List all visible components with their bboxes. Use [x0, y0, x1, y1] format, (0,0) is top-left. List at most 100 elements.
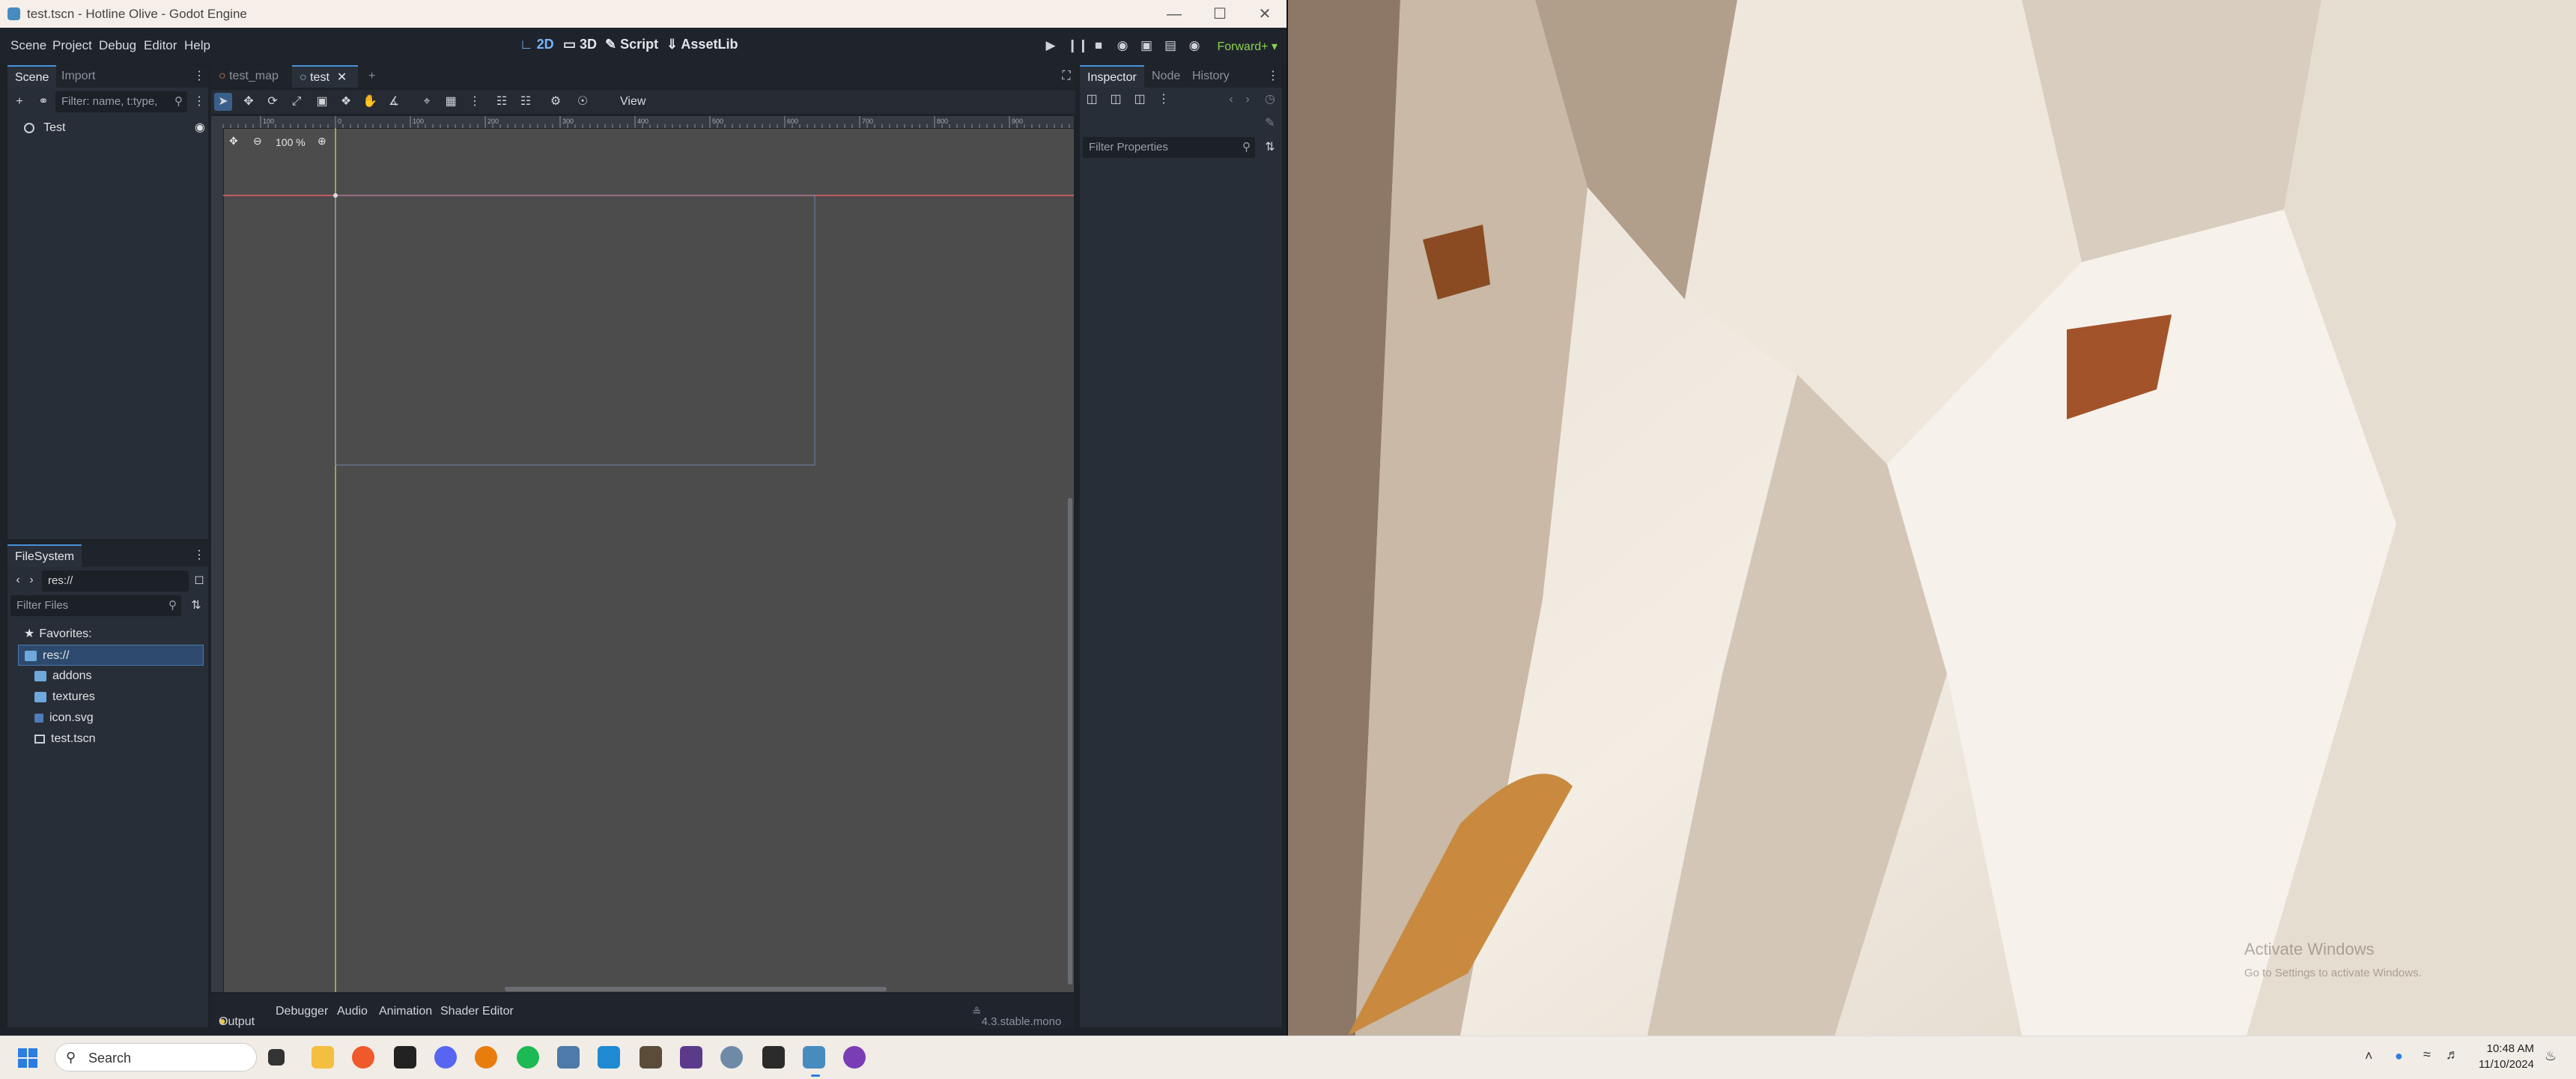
notion-icon[interactable] — [394, 1046, 416, 1069]
skeleton-icon[interactable]: ⚙ — [547, 93, 565, 111]
tab-test-map[interactable]: ○ test_map — [211, 65, 286, 88]
windows-start-icon[interactable] — [18, 1048, 37, 1068]
vertical-scrollbar[interactable] — [1068, 498, 1072, 985]
brave-icon[interactable] — [640, 1046, 662, 1069]
firefox-icon[interactable] — [352, 1046, 374, 1069]
scene-filter-input[interactable]: Filter: name, t:type, ⚲ — [55, 91, 187, 112]
scale-tool-icon[interactable]: ⤢ — [288, 93, 306, 111]
new-resource-icon[interactable]: ◫ — [1083, 91, 1101, 109]
tab-history[interactable]: History — [1185, 65, 1237, 88]
workspace-assetlib[interactable]: ⇓ AssetLib — [666, 37, 738, 52]
tray-chevron-icon[interactable]: ˄ — [2365, 1048, 2373, 1064]
zoom-level[interactable]: 100 % — [276, 136, 306, 148]
vscode-icon[interactable] — [598, 1046, 620, 1069]
lock-icon[interactable]: ☷ — [493, 93, 511, 111]
instance-scene-icon[interactable]: ⚭ — [34, 93, 52, 111]
pause-icon[interactable]: ❙❙ — [1067, 38, 1089, 53]
game-app-icon[interactable] — [680, 1046, 702, 1069]
distraction-free-icon[interactable]: ⛶ — [1057, 67, 1075, 85]
grid-snap-icon[interactable]: ▦ — [442, 93, 460, 111]
move-tool-icon[interactable]: ✥ — [240, 93, 258, 111]
tab-test[interactable]: ○ test ✕ — [292, 65, 358, 88]
smart-snap-icon[interactable]: ⌖ — [418, 93, 436, 111]
discord-icon[interactable] — [434, 1046, 457, 1069]
camera-override-icon[interactable]: ☉ — [574, 93, 592, 111]
tab-shader-editor[interactable]: Shader Editor — [440, 1005, 514, 1018]
terminal-icon[interactable] — [762, 1046, 785, 1069]
renderer-select[interactable]: Forward+ ▾ — [1217, 39, 1278, 54]
menu-debug[interactable]: Debug — [99, 38, 136, 53]
pivot-tool-icon[interactable]: ❖ — [337, 93, 355, 111]
history-forward-icon[interactable]: › — [1239, 91, 1257, 109]
zoom-out-icon[interactable]: ⊖ — [253, 135, 262, 148]
menu-help[interactable]: Help — [184, 38, 210, 53]
github-desktop-icon[interactable] — [843, 1046, 866, 1069]
pin-icon[interactable]: ✎ — [1261, 115, 1279, 133]
menu-editor[interactable]: Editor — [144, 38, 177, 53]
workspace-2d[interactable]: ∟ 2D — [520, 37, 554, 52]
rotate-tool-icon[interactable]: ⟳ — [264, 93, 282, 111]
visibility-eye-icon[interactable]: ◉ — [195, 118, 205, 139]
add-node-icon[interactable]: + — [10, 93, 28, 111]
center-view-icon[interactable]: ✥ — [229, 135, 238, 148]
selectable-tool-icon[interactable]: ▣ — [313, 93, 331, 111]
minimize-button[interactable]: — — [1155, 3, 1193, 25]
notification-bell-icon[interactable]: ♨ — [2545, 1048, 2557, 1064]
scene-options-icon[interactable]: ⋮ — [190, 93, 208, 111]
property-options-icon[interactable]: ⇅ — [1261, 139, 1279, 156]
blender-icon[interactable] — [475, 1046, 497, 1069]
fs-item-res[interactable]: res:// — [18, 645, 204, 666]
path-field[interactable]: res:// — [42, 571, 189, 592]
sort-icon[interactable]: ⇅ — [187, 597, 205, 615]
tab-inspector[interactable]: Inspector — [1080, 65, 1144, 88]
tab-scene[interactable]: Scene — [7, 65, 57, 88]
remote-debug-icon[interactable]: ◉ — [1115, 38, 1130, 53]
dock-menu-icon[interactable]: ⋮ — [190, 547, 208, 565]
workspace-3d[interactable]: ▭ 3D — [563, 37, 597, 52]
tab-import[interactable]: Import — [54, 65, 103, 88]
fs-item-addons[interactable]: addons — [34, 666, 92, 687]
volume-icon[interactable]: ♬ — [2446, 1047, 2459, 1063]
spotify-icon[interactable] — [517, 1046, 539, 1069]
tab-debugger[interactable]: Debugger — [276, 1005, 328, 1018]
menu-project[interactable]: Project — [52, 38, 92, 53]
tab-filesystem[interactable]: FileSystem — [7, 544, 82, 567]
clock[interactable]: 10:48 AM 11/10/2024 — [2467, 1042, 2534, 1071]
resource-options-icon[interactable]: ⋮ — [1155, 91, 1173, 109]
task-view-icon[interactable] — [268, 1049, 285, 1066]
stop-icon[interactable]: ■ — [1091, 38, 1106, 53]
forward-arrow-icon[interactable]: › — [22, 571, 40, 589]
workspace-script[interactable]: ✎ Script — [605, 37, 658, 52]
toggle-split-icon[interactable]: ◻ — [190, 571, 208, 589]
open-resource-icon[interactable]: ◫ — [1107, 91, 1125, 109]
close-tab-icon[interactable]: ✕ — [337, 71, 347, 84]
movie-maker-icon[interactable]: ◉ — [1187, 38, 1202, 53]
zoom-in-icon[interactable]: ⊕ — [318, 135, 326, 148]
save-resource-icon[interactable]: ◫ — [1131, 91, 1149, 109]
dock-menu-icon[interactable]: ⋮ — [190, 67, 208, 85]
play-custom-scene-icon[interactable]: ▤ — [1163, 38, 1178, 53]
select-tool-icon[interactable]: ➤ — [214, 93, 232, 111]
object-history-icon[interactable]: ◷ — [1261, 91, 1279, 109]
play-icon[interactable]: ▶ — [1043, 38, 1058, 53]
group-icon[interactable]: ☷ — [517, 93, 535, 111]
close-button[interactable]: ✕ — [1246, 3, 1284, 25]
pan-tool-icon[interactable]: ✋ — [361, 93, 379, 111]
scene-tree-node-test[interactable]: Test ◉ — [24, 118, 205, 139]
fs-item-icon-svg[interactable]: icon.svg — [34, 708, 94, 729]
tab-node[interactable]: Node — [1144, 65, 1188, 88]
canvas-viewport[interactable]: 100 0 100 200 300 400 500 600 700 800 900 ✥ ⊖ 100 … — [211, 116, 1074, 992]
snap-options-icon[interactable]: ⋮ — [466, 93, 484, 111]
godot-icon[interactable] — [803, 1046, 825, 1069]
view-menu[interactable]: View — [620, 95, 645, 109]
file-filter-input[interactable]: Filter Files ⚲ — [10, 595, 181, 616]
maximize-button[interactable]: ☐ — [1201, 3, 1239, 25]
history-back-icon[interactable]: ‹ — [1222, 91, 1240, 109]
tab-animation[interactable]: Animation — [379, 1005, 432, 1018]
play-scene-icon[interactable]: ▣ — [1139, 38, 1154, 53]
dock-menu-icon[interactable]: ⋮ — [1264, 67, 1282, 85]
add-tab-button[interactable]: + — [361, 65, 383, 88]
microphone-icon[interactable]: ● — [2395, 1048, 2403, 1064]
file-explorer-icon[interactable] — [312, 1046, 334, 1069]
wifi-icon[interactable]: ≈ — [2423, 1047, 2431, 1063]
